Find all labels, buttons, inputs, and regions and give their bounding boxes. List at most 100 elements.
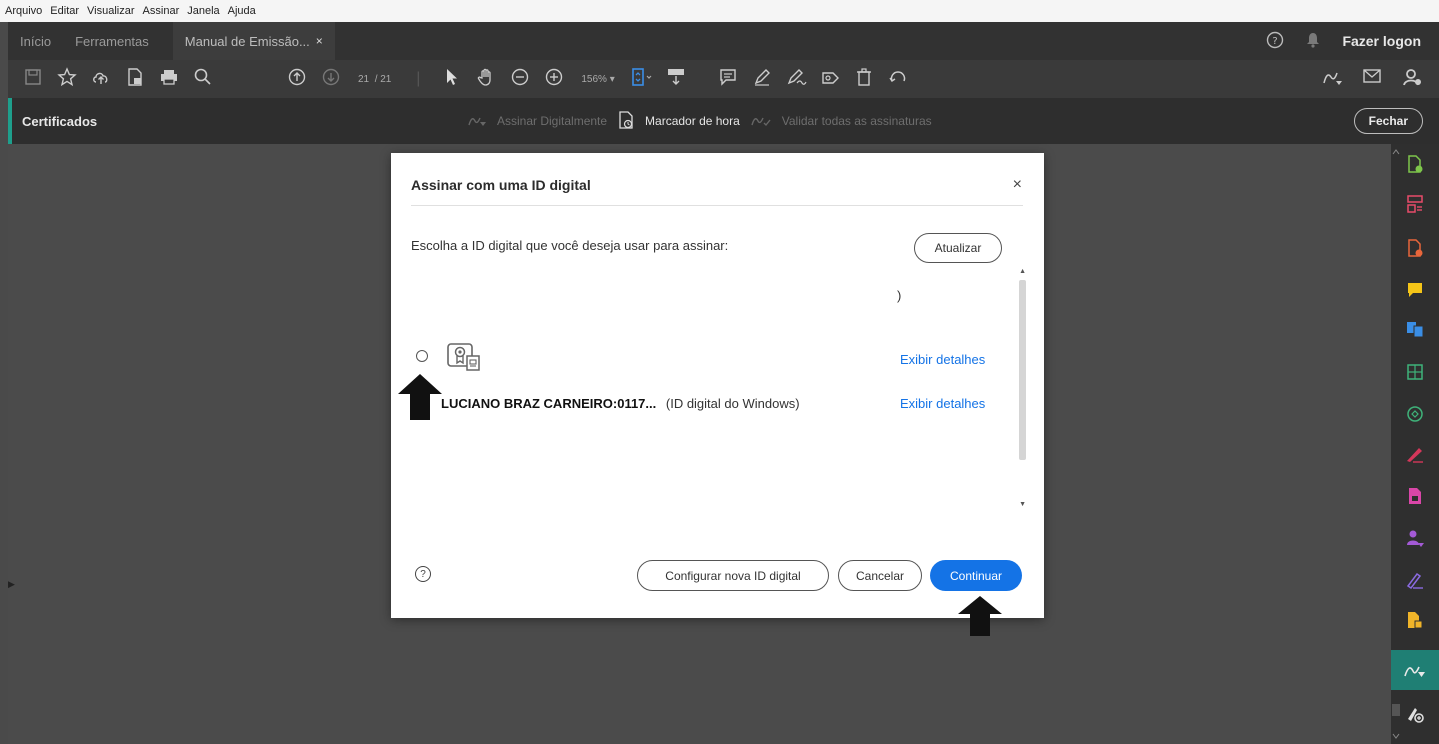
combine-files-icon[interactable] — [1399, 316, 1431, 344]
dialog-divider — [411, 205, 1023, 206]
dialog-prompt: Escolha a ID digital que você deseja usa… — [411, 238, 729, 253]
validate-all-button[interactable]: Validar todas as assinaturas — [782, 114, 932, 128]
digital-id-type: (ID digital do Windows) — [665, 396, 800, 411]
sign-pen-icon[interactable] — [779, 67, 813, 92]
timestamp-icon — [617, 110, 635, 133]
certificate-icon — [446, 342, 482, 377]
digital-id-row[interactable]: LUCIANO BRAZ CARNEIRO:0117... (ID digita… — [441, 396, 800, 411]
certificate-pen-icon[interactable] — [1399, 566, 1431, 594]
trash-icon[interactable] — [847, 67, 881, 92]
hand-tool-icon[interactable] — [469, 67, 503, 92]
truncated-text: ) — [897, 288, 902, 303]
mail-icon[interactable] — [1355, 67, 1389, 92]
rich-media-icon[interactable] — [1399, 606, 1431, 634]
menu-editar[interactable]: Editar — [50, 5, 79, 17]
scroll-up-icon[interactable]: ▲ — [1019, 268, 1026, 275]
scan-ocr-icon[interactable] — [1399, 400, 1431, 428]
timestamp-button[interactable]: Marcador de hora — [645, 114, 740, 128]
page-number-input[interactable]: 21 / 21 — [358, 74, 391, 85]
more-tools-icon[interactable] — [1399, 700, 1431, 728]
sign-with-digital-id-dialog: Assinar com uma ID digital × Escolha a I… — [391, 153, 1044, 618]
zoom-in-icon[interactable] — [537, 68, 571, 91]
upload-cloud-icon[interactable] — [84, 68, 118, 91]
save-icon[interactable] — [16, 68, 50, 91]
digital-id-list: ) Exibir detalhes LUCIANO BRAZ CARNEIRO:… — [411, 268, 1027, 508]
fit-page-icon[interactable] — [625, 67, 659, 92]
refresh-button[interactable]: Atualizar — [914, 233, 1002, 263]
close-panel-button[interactable]: Fechar — [1353, 108, 1423, 134]
comment-tool-icon[interactable] — [1399, 276, 1431, 304]
svg-text:?: ? — [1273, 36, 1278, 47]
scrollbar-thumb[interactable] — [1019, 280, 1026, 460]
toolbar-right — [1315, 67, 1439, 92]
configure-new-id-button[interactable]: Configurar nova ID digital — [637, 560, 829, 591]
search-icon[interactable] — [186, 67, 220, 92]
fill-sign-icon[interactable] — [1315, 67, 1349, 92]
page-total: / 21 — [374, 73, 392, 85]
export-pdf-icon[interactable] — [1399, 234, 1431, 262]
login-link[interactable]: Fazer logon — [1342, 33, 1421, 49]
menu-ajuda[interactable]: Ajuda — [228, 5, 256, 17]
tab-close-icon[interactable]: × — [316, 34, 323, 48]
page-down-icon[interactable] — [314, 68, 348, 91]
tab-bar: Início Ferramentas Manual de Emissão... … — [8, 22, 1439, 60]
scroll-mode-icon[interactable] — [659, 67, 693, 92]
lock-document-icon[interactable] — [118, 67, 152, 92]
create-pdf-icon[interactable] — [1399, 150, 1431, 178]
continue-button[interactable]: Continuar — [930, 560, 1022, 591]
validate-signatures-icon — [750, 112, 772, 131]
tab-home[interactable]: Início — [8, 22, 63, 60]
main-toolbar: 21 / 21 | 156% ▾ — [8, 60, 1439, 98]
organize-pages-icon[interactable] — [1399, 190, 1431, 218]
sign-digitally-icon — [467, 112, 487, 131]
scroll-down-icon[interactable]: ▼ — [1019, 501, 1026, 508]
page-up-icon[interactable] — [280, 68, 314, 91]
request-signature-icon[interactable] — [1399, 524, 1431, 552]
dialog-title: Assinar com uma ID digital — [411, 177, 591, 193]
page-current: 21 — [358, 73, 370, 85]
certificates-tool-icon[interactable] — [1391, 650, 1439, 690]
cancel-button[interactable]: Cancelar — [838, 560, 922, 591]
tabbar-right: ? Fazer logon — [1266, 31, 1439, 52]
highlight-pen-icon[interactable] — [745, 67, 779, 92]
stamp-icon[interactable] — [813, 67, 847, 92]
sign-digitally-button[interactable]: Assinar Digitalmente — [497, 114, 607, 128]
list-scrollbar[interactable]: ▲ ▼ — [1017, 268, 1027, 508]
certificates-tools: Assinar Digitalmente Marcador de hora Va… — [467, 98, 932, 144]
bell-icon[interactable] — [1306, 32, 1320, 51]
digital-id-name: LUCIANO BRAZ CARNEIRO:0117... — [441, 396, 657, 411]
star-icon[interactable] — [50, 66, 84, 92]
user-add-icon[interactable] — [1395, 67, 1429, 92]
fill-sign-tool-icon[interactable] — [1399, 440, 1431, 468]
annotation-arrow-up-left — [398, 374, 442, 420]
digital-id-radio[interactable] — [416, 350, 428, 362]
zoom-value: 156% — [581, 73, 607, 85]
dialog-help-icon[interactable]: ? — [415, 566, 431, 582]
select-cursor-icon[interactable] — [435, 68, 469, 91]
print-icon[interactable] — [152, 68, 186, 91]
menu-bar: Arquivo Editar Visualizar Assinar Janela… — [0, 0, 1439, 22]
certificates-title: Certificados — [22, 113, 98, 129]
protect-pdf-icon[interactable] — [1399, 482, 1431, 510]
menu-assinar[interactable]: Assinar — [143, 5, 180, 17]
edit-pdf-icon[interactable] — [1399, 358, 1431, 386]
view-details-link-1[interactable]: Exibir detalhes — [900, 352, 985, 367]
menu-visualizar[interactable]: Visualizar — [87, 5, 135, 17]
dialog-close-icon[interactable]: × — [1013, 176, 1022, 194]
tab-document[interactable]: Manual de Emissão... × — [172, 22, 335, 60]
comment-icon[interactable] — [711, 67, 745, 92]
rotate-icon[interactable] — [881, 67, 915, 92]
menu-arquivo[interactable]: Arquivo — [5, 5, 42, 17]
left-panel-toggle-icon[interactable]: ▶ — [8, 579, 15, 590]
certificates-bar: Certificados Assinar Digitalmente Marcad… — [8, 98, 1439, 144]
view-details-link-2[interactable]: Exibir detalhes — [900, 396, 985, 411]
tab-document-label: Manual de Emissão... — [184, 33, 310, 49]
menu-janela[interactable]: Janela — [187, 5, 219, 17]
toolbar-separator: | — [416, 70, 421, 87]
annotation-arrow-up-right — [958, 596, 1002, 636]
right-tools-panel — [1391, 144, 1439, 744]
zoom-dropdown[interactable]: 156% ▾ — [581, 74, 614, 85]
zoom-out-icon[interactable] — [503, 68, 537, 91]
tab-tools[interactable]: Ferramentas — [63, 22, 161, 60]
help-icon[interactable]: ? — [1266, 31, 1284, 52]
